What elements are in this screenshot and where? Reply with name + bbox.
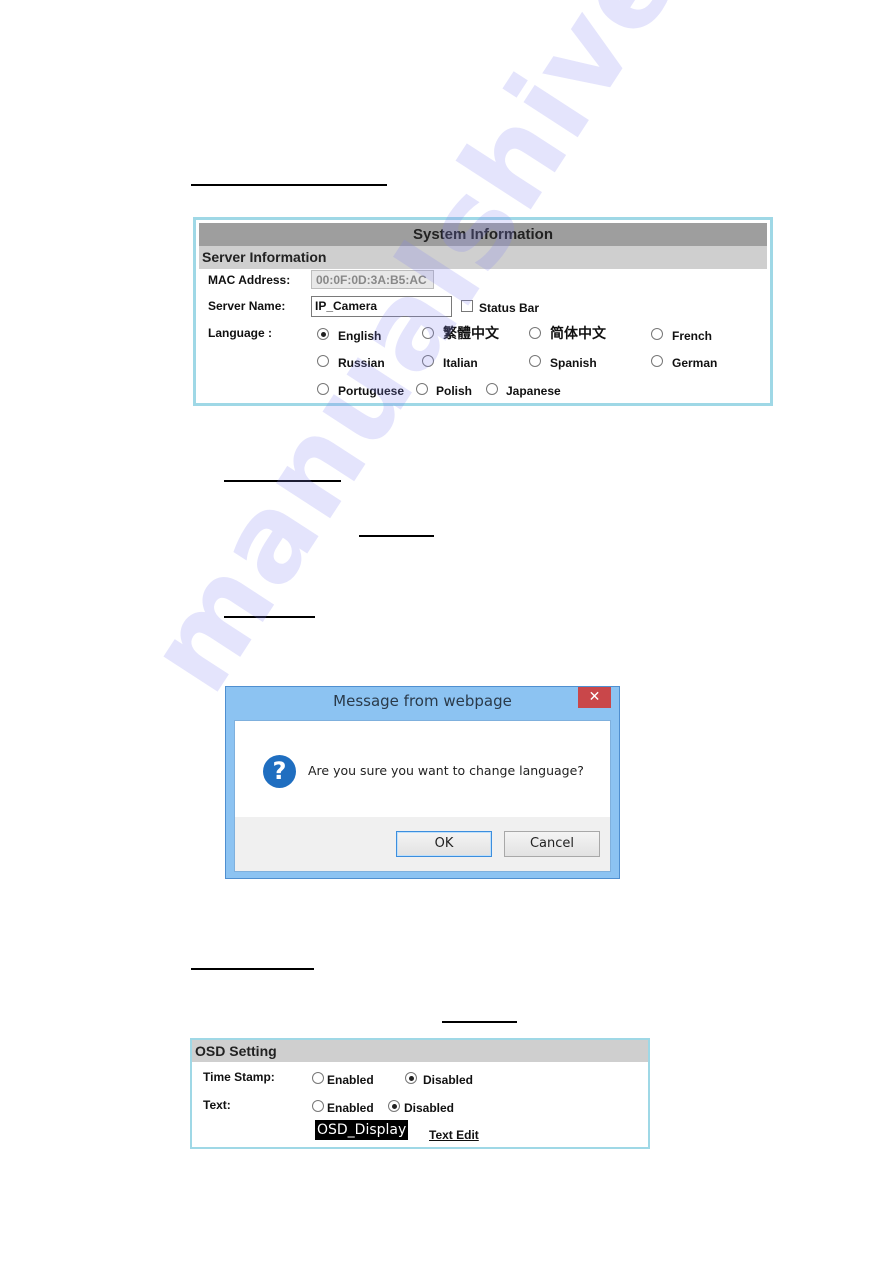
osd-panel-title: OSD Setting [192, 1040, 648, 1062]
subsection-heading-underline [224, 480, 341, 482]
ok-button[interactable]: OK [396, 831, 492, 857]
osd-setting-panel: OSD Setting [190, 1038, 650, 1149]
radio[interactable] [529, 355, 541, 367]
language-option-portuguese[interactable]: Portuguese [317, 380, 404, 398]
section-heading-underline [191, 968, 314, 970]
language-option-french[interactable]: French [651, 325, 712, 343]
question-icon: ? [263, 755, 296, 788]
section-heading-underline [191, 184, 387, 186]
option-label: German [672, 356, 718, 370]
text-disabled-radio[interactable]: Disabled [388, 1097, 454, 1115]
section-title: Server Information [199, 246, 767, 269]
option-label: 繁體中文 [443, 325, 499, 341]
cancel-button[interactable]: Cancel [504, 831, 600, 857]
radio[interactable] [317, 355, 329, 367]
text-edit-link[interactable]: Text Edit [429, 1128, 479, 1142]
text-label: Text: [203, 1098, 231, 1112]
language-option-simplified-chinese[interactable]: 简体中文 [529, 323, 606, 343]
server-name-label: Server Name: [208, 299, 286, 313]
language-option-traditional-chinese[interactable]: 繁體中文 [422, 323, 499, 343]
subsection-heading-underline [224, 616, 315, 618]
language-option-english[interactable]: English [317, 325, 381, 343]
option-label: Japanese [506, 384, 561, 398]
option-label: 简体中文 [550, 325, 606, 341]
text-enabled-radio[interactable]: Enabled [312, 1097, 374, 1115]
option-label: Enabled [327, 1101, 374, 1115]
radio[interactable] [651, 355, 663, 367]
radio-checked[interactable] [405, 1072, 417, 1084]
option-label: English [338, 329, 382, 343]
dialog-title: Message from webpage [333, 692, 512, 710]
panel-title: System Information [199, 223, 767, 246]
inline-term-underline [442, 1021, 517, 1023]
status-bar-checkbox[interactable]: Status Bar [461, 297, 539, 315]
radio[interactable] [422, 327, 434, 339]
language-option-italian[interactable]: Italian [422, 352, 478, 370]
language-option-german[interactable]: German [651, 352, 717, 370]
radio-checked[interactable] [317, 328, 329, 340]
language-label: Language : [208, 326, 273, 340]
option-label: Disabled [404, 1101, 455, 1115]
status-bar-label: Status Bar [479, 301, 540, 315]
time-stamp-disabled-radio[interactable]: Disabled [405, 1069, 473, 1087]
mac-address-field: 00:0F:0D:3A:B5:AC [311, 270, 434, 289]
option-label: French [672, 329, 713, 343]
time-stamp-enabled-radio[interactable]: Enabled [312, 1069, 374, 1087]
inline-term-underline [359, 535, 434, 537]
radio[interactable] [422, 355, 434, 367]
option-label: Russian [338, 356, 385, 370]
language-option-polish[interactable]: Polish [416, 380, 472, 398]
radio[interactable] [312, 1072, 324, 1084]
radio[interactable] [529, 327, 541, 339]
option-label: Italian [443, 356, 478, 370]
language-option-spanish[interactable]: Spanish [529, 352, 597, 370]
option-label: Spanish [550, 356, 597, 370]
checkbox-box[interactable] [461, 300, 473, 312]
server-name-input[interactable]: IP_Camera [311, 296, 452, 317]
option-label: Portuguese [338, 384, 405, 398]
dialog-message: Are you sure you want to change language… [308, 763, 584, 778]
option-label: Polish [436, 384, 473, 398]
option-label: Enabled [327, 1073, 374, 1087]
option-label: Disabled [423, 1073, 474, 1087]
radio-checked[interactable] [388, 1100, 400, 1112]
radio[interactable] [312, 1100, 324, 1112]
osd-display-preview: OSD_Display [315, 1120, 409, 1140]
mac-address-label: MAC Address: [208, 273, 291, 287]
language-option-russian[interactable]: Russian [317, 352, 385, 370]
radio[interactable] [416, 383, 428, 395]
radio[interactable] [651, 328, 663, 340]
language-option-japanese[interactable]: Japanese [486, 380, 561, 398]
confirm-dialog: Message from webpage ✕ ? Are you sure yo… [225, 686, 620, 879]
radio[interactable] [317, 383, 329, 395]
close-icon[interactable]: ✕ [578, 687, 611, 708]
radio[interactable] [486, 383, 498, 395]
time-stamp-label: Time Stamp: [203, 1070, 275, 1084]
